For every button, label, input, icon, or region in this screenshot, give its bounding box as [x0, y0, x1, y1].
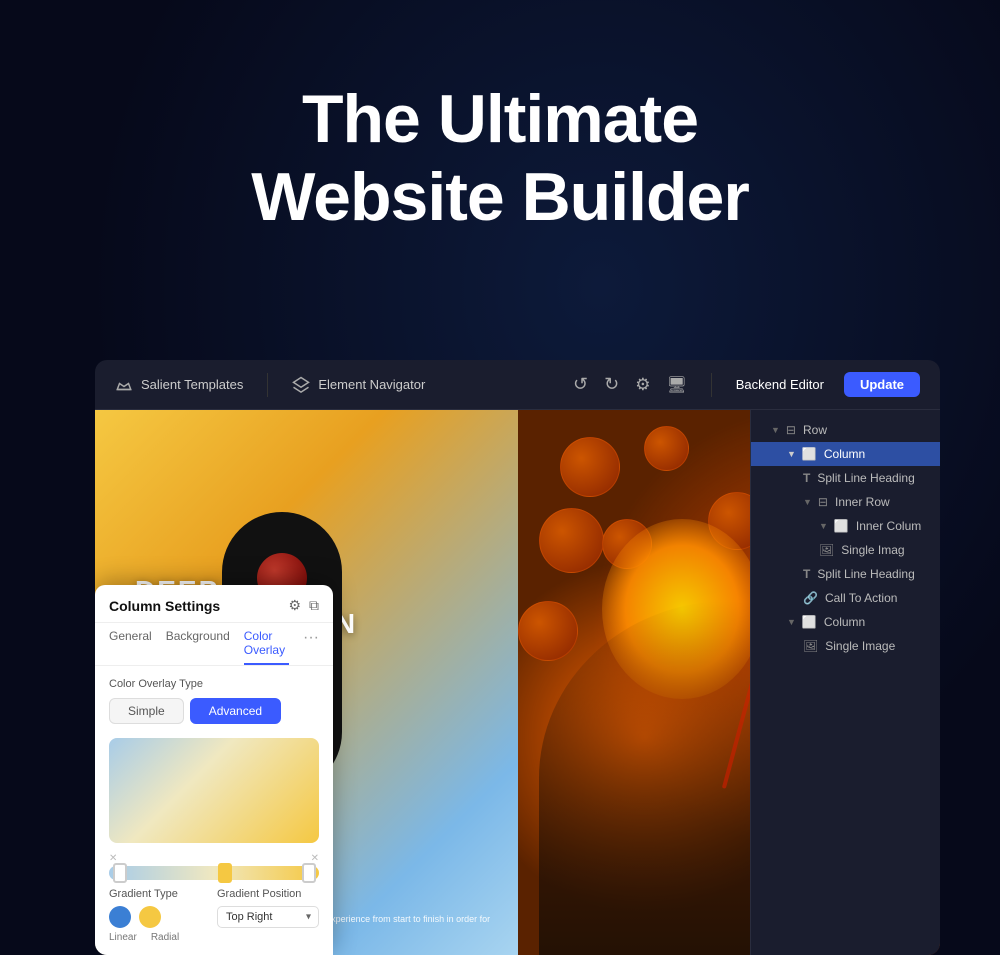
canvas-area: DEEP SPACE EXPLORATION successful busine… [95, 410, 940, 955]
toolbar: Salient Templates Element Navigator ↺ ↻ … [95, 360, 940, 410]
gradient-type-label: Gradient Type [109, 888, 179, 900]
inner-col-label: Inner Colum [856, 519, 921, 533]
hero-section: The Ultimate Website Builder [0, 80, 1000, 236]
nav-item-column-2[interactable]: ▼ ⬜ Column [751, 610, 940, 634]
color-dot-blue[interactable] [109, 906, 131, 928]
settings-gear-icon[interactable]: ⚙ [288, 597, 301, 614]
gradient-stop-area: ✕ ✕ [109, 853, 319, 880]
column-2-label: Column [824, 615, 865, 629]
layers-icon [292, 376, 310, 394]
nav-item-row[interactable]: ▼ ⊟ Row [751, 418, 940, 442]
gradient-type-names: Linear Radial [109, 932, 179, 943]
inner-col-icon: ⬜ [834, 519, 849, 533]
tab-color-overlay[interactable]: Color Overlay [244, 629, 289, 665]
overlay-type-buttons: Simple Advanced [109, 698, 319, 724]
update-button[interactable]: Update [844, 372, 920, 397]
image-icon-1: 🖼 [819, 543, 834, 557]
chevron-inner-col: ▼ [819, 521, 828, 531]
gradient-stop-bar[interactable] [109, 866, 319, 880]
settings-body: Color Overlay Type Simple Advanced ✕ ✕ [95, 666, 333, 955]
backend-editor-button[interactable]: Backend Editor [736, 377, 824, 392]
split-heading-2-label: Split Line Heading [817, 567, 914, 581]
settings-expand-icon[interactable]: ⧉ [309, 597, 319, 614]
image-icon-2: 🖼 [803, 639, 818, 653]
stop-mid[interactable] [218, 863, 232, 883]
advanced-button[interactable]: Advanced [190, 698, 281, 724]
nav-item-split-heading-1[interactable]: T Split Line Heading [751, 466, 940, 490]
chevron-inner-row: ▼ [803, 497, 812, 507]
nav-item-single-image-2[interactable]: 🖼 Single Image [751, 634, 940, 658]
link-icon: 🔗 [803, 591, 818, 605]
gradient-lower-controls: Gradient Type Linear Radial Gradient Pos… [109, 888, 319, 943]
settings-tabs: General Background Color Overlay ··· [95, 623, 333, 666]
gradient-position-section: Gradient Position Top Right Top Left Bot… [217, 888, 319, 928]
toolbar-divider-2 [711, 373, 712, 397]
text-icon-1: T [803, 471, 810, 485]
gradient-type-section: Gradient Type Linear Radial [109, 888, 179, 943]
cta-label: Call To Action [825, 591, 898, 605]
nav-item-inner-row[interactable]: ▼ ⊟ Inner Row [751, 490, 940, 514]
nav-item-split-heading-2[interactable]: T Split Line Heading [751, 562, 940, 586]
inner-row-label: Inner Row [835, 495, 890, 509]
nav-item-column[interactable]: ▼ ⬜ Column [751, 442, 940, 466]
settings-title: Column Settings [109, 598, 220, 614]
gradient-x-marks: ✕ ✕ [109, 853, 319, 864]
split-heading-1-label: Split Line Heading [817, 471, 914, 485]
single-image-2-label: Single Image [825, 639, 895, 653]
nav-tree: ▼ ⊟ Row ▼ ⬜ Column T Split Line Heading [751, 410, 940, 666]
chevron-column-2: ▼ [787, 617, 796, 627]
nav-item-call-to-action[interactable]: 🔗 Call To Action [751, 586, 940, 610]
single-image-1-label: Single Imag [841, 543, 904, 557]
overlay-type-label: Color Overlay Type [109, 678, 319, 690]
gradient-preview [109, 738, 319, 843]
chevron-column: ▼ [787, 449, 796, 459]
column-2-icon: ⬜ [802, 615, 817, 629]
nav-item-single-image-1[interactable]: 🖼 Single Imag [751, 538, 940, 562]
row-icon: ⊟ [786, 423, 796, 437]
settings-panel: Column Settings ⚙ ⧉ General Background C… [95, 585, 333, 955]
simple-button[interactable]: Simple [109, 698, 184, 724]
text-icon-2: T [803, 567, 810, 581]
radial-label[interactable]: Radial [151, 932, 179, 943]
gradient-position-label: Gradient Position [217, 888, 319, 900]
nav-area[interactable]: Element Navigator [292, 376, 425, 394]
position-select[interactable]: Top Right Top Left Bottom Right Bottom L… [217, 906, 319, 928]
undo-icon[interactable]: ↺ [573, 374, 588, 395]
color-dot-yellow[interactable] [139, 906, 161, 928]
toolbar-actions: ↺ ↻ ⚙ 🖥 [573, 374, 687, 395]
settings-header: Column Settings ⚙ ⧉ [95, 585, 333, 623]
position-select-wrapper[interactable]: Top Right Top Left Bottom Right Bottom L… [217, 906, 319, 928]
right-panel: ▼ ⊟ Row ▼ ⬜ Column T Split Line Heading [750, 410, 940, 955]
stop-right[interactable] [302, 863, 316, 883]
monitor-icon[interactable]: 🖥 [666, 375, 686, 395]
crown-icon [115, 376, 133, 394]
settings-header-actions: ⚙ ⧉ [288, 597, 319, 614]
ui-mockup: Salient Templates Element Navigator ↺ ↻ … [95, 360, 940, 955]
color-dots [109, 906, 179, 928]
hero-title: The Ultimate Website Builder [0, 80, 1000, 236]
column-icon: ⬜ [802, 447, 817, 461]
brand-label: Salient Templates [141, 377, 243, 392]
chevron-row: ▼ [771, 425, 780, 435]
inner-row-icon: ⊟ [818, 495, 828, 509]
row-label: Row [803, 423, 827, 437]
stop-left[interactable] [113, 863, 127, 883]
linear-label[interactable]: Linear [109, 932, 137, 943]
brand-area[interactable]: Salient Templates [115, 376, 243, 394]
column-label: Column [824, 447, 865, 461]
tab-background[interactable]: Background [166, 629, 230, 665]
redo-icon[interactable]: ↻ [604, 374, 619, 395]
tab-general[interactable]: General [109, 629, 152, 665]
tab-more-icon[interactable]: ··· [303, 629, 319, 665]
nav-item-inner-column[interactable]: ▼ ⬜ Inner Colum [751, 514, 940, 538]
toolbar-divider-1 [267, 373, 268, 397]
nav-label: Element Navigator [318, 377, 425, 392]
settings-icon[interactable]: ⚙ [635, 375, 650, 395]
